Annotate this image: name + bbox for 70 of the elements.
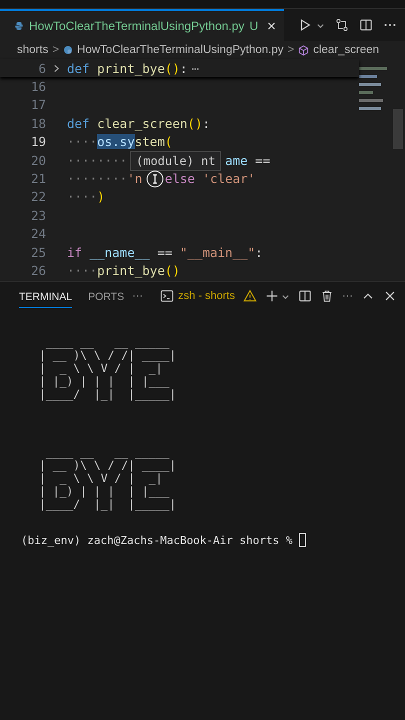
line-number: 16 [30, 79, 46, 94]
code-text: 'clear' [202, 171, 256, 186]
code-text: else [164, 171, 196, 186]
line-number: 17 [30, 97, 46, 112]
chevron-right-icon[interactable] [53, 64, 60, 73]
code-text: print_bye [97, 262, 165, 278]
code-text: : [202, 116, 210, 131]
ascii-art-text: ____ __ __ _____ | __ )\ \ / /| ____| | _ \ \ V / | _| | |_) | | | | |___ |____/ |_| |_____| [39, 336, 178, 401]
line-number: 26 [30, 262, 46, 278]
line-number: 23 [30, 208, 46, 223]
terminal-prompt: (biz_env) zach@Zachs-MacBook-Air shorts % [21, 534, 294, 546]
cube-icon [298, 44, 310, 56]
panel-tab[interactable]: TERMINAL [19, 284, 72, 308]
breadcrumb-separator: > [288, 44, 294, 56]
panel-tab[interactable]: PORTS [88, 284, 124, 308]
hover-tooltip: (module) nt [130, 151, 222, 171]
code-line: def print_bye(): ⋯ [67, 60, 199, 76]
line-number: 25 [30, 244, 46, 260]
trash-icon[interactable] [320, 289, 334, 303]
git-status: U [249, 19, 258, 33]
close-tab-button[interactable]: × [267, 18, 276, 34]
terminal-cursor [299, 533, 306, 547]
run-icon[interactable] [298, 18, 312, 32]
code-text: == [157, 244, 174, 260]
close-icon[interactable] [383, 289, 397, 303]
scrollbar[interactable] [393, 109, 403, 149]
more-tabs-button[interactable]: ··· [132, 290, 144, 302]
more-actions-button[interactable]: ··· [342, 290, 353, 302]
split-terminal-icon[interactable] [298, 289, 312, 303]
line-number: 21 [30, 171, 46, 186]
editor-tab[interactable]: HowToClearTheTerminalUsingPython.py U × [0, 9, 284, 41]
breadcrumb-symbol[interactable]: clear_screen [313, 44, 380, 56]
whitespace-dots: ···· [67, 189, 98, 204]
code-text: __name__ [90, 244, 150, 260]
line-number: 19 [30, 134, 46, 150]
whitespace-dots: ···· [67, 134, 98, 150]
tab-filename: HowToClearTheTerminalUsingPython.py [29, 19, 244, 33]
terminal-name[interactable]: zsh - shorts [178, 290, 235, 302]
breadcrumb-file[interactable]: HowToClearTheTerminalUsingPython.py [77, 44, 284, 56]
code-text: "__main__" [180, 244, 256, 260]
code-text: if [67, 244, 84, 260]
code-text: os.sy [97, 134, 135, 150]
code-text: ) [97, 189, 105, 204]
split-editor-icon[interactable] [359, 18, 373, 32]
line-number: 6 [37, 60, 46, 76]
whitespace-dots: ········ [67, 171, 128, 186]
code-text: ame [225, 152, 248, 168]
compare-changes-icon[interactable] [335, 18, 349, 32]
warning-icon [243, 289, 257, 303]
breadcrumb-separator: > [52, 44, 60, 56]
code-text: == [255, 152, 270, 168]
whitespace-dots: ···· [67, 262, 98, 278]
line-number: 20 [30, 152, 46, 168]
plus-icon[interactable] [265, 289, 279, 303]
code-text: () [187, 116, 202, 131]
text-cursor-icon [146, 170, 164, 188]
code-text: : [255, 244, 263, 260]
terminal-icon [160, 289, 174, 303]
code-text: () [164, 262, 180, 278]
ascii-art-text: ____ __ __ _____ | __ )\ \ / /| ____| | _ \ \ V / | _| | |_) | | | | |___ |____/ |_| |_____| [39, 446, 178, 511]
code-text: stem [134, 134, 165, 150]
line-number: 18 [30, 116, 46, 131]
line-number: 22 [30, 189, 46, 204]
breadcrumb-folder[interactable]: shorts [17, 44, 48, 56]
code-text: clear_screen [97, 116, 188, 131]
whitespace-dots: ········ [67, 152, 128, 168]
code-text: 'n [127, 171, 142, 186]
line-number: 24 [30, 226, 46, 242]
code-text: ( [164, 134, 172, 150]
code-text: def [67, 116, 91, 131]
